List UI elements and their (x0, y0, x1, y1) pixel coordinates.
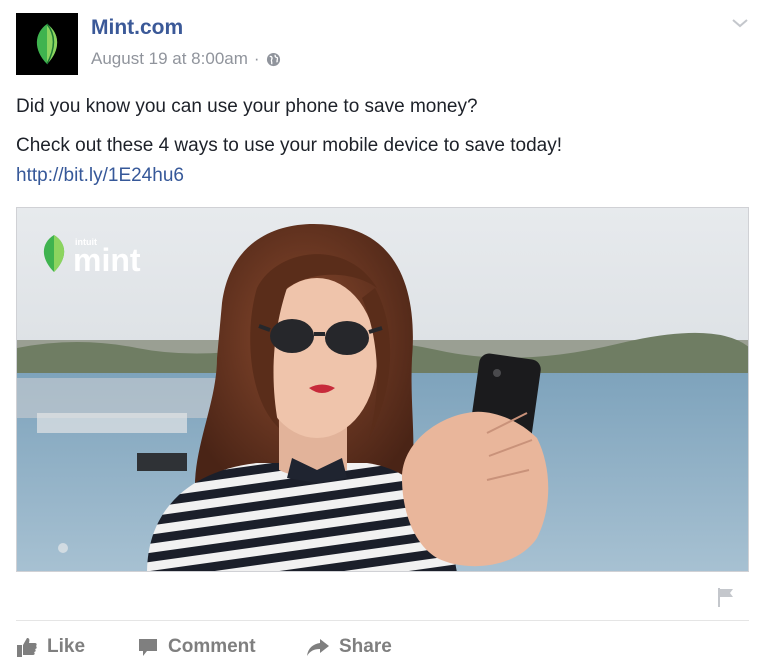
page-avatar[interactable] (16, 13, 78, 75)
like-label: Like (47, 636, 86, 657)
share-button[interactable]: Share (306, 633, 392, 661)
mint-leaf-logo-icon (36, 23, 58, 65)
comment-icon (139, 639, 157, 656)
post-text-line-1: Did you know you can use your phone to s… (16, 96, 478, 117)
like-button[interactable]: Like (16, 633, 85, 661)
page-name-link[interactable]: Mint.com (91, 14, 183, 42)
post-timestamp[interactable]: August 19 at 8:00am (91, 48, 248, 70)
thumbs-up-icon (17, 638, 37, 657)
globe-icon (266, 52, 280, 66)
flag-icon[interactable] (715, 586, 737, 608)
meta-separator: · (253, 49, 260, 68)
comment-button[interactable]: Comment (137, 633, 256, 661)
woman-with-phone-photo: intuit mint (17, 208, 748, 571)
post-text-line-2: Check out these 4 ways to use your mobil… (16, 135, 563, 156)
mint-logo-text: mint (73, 242, 141, 278)
post-photo[interactable]: intuit mint (16, 207, 749, 572)
share-arrow-icon (307, 639, 329, 656)
comment-label: Comment (168, 636, 256, 657)
share-label: Share (339, 636, 392, 657)
post-meta: August 19 at 8:00am · (91, 48, 281, 70)
chevron-down-icon[interactable] (730, 16, 750, 30)
actions-divider (16, 620, 749, 621)
post-link[interactable]: http://bit.ly/1E24hu6 (16, 164, 184, 188)
